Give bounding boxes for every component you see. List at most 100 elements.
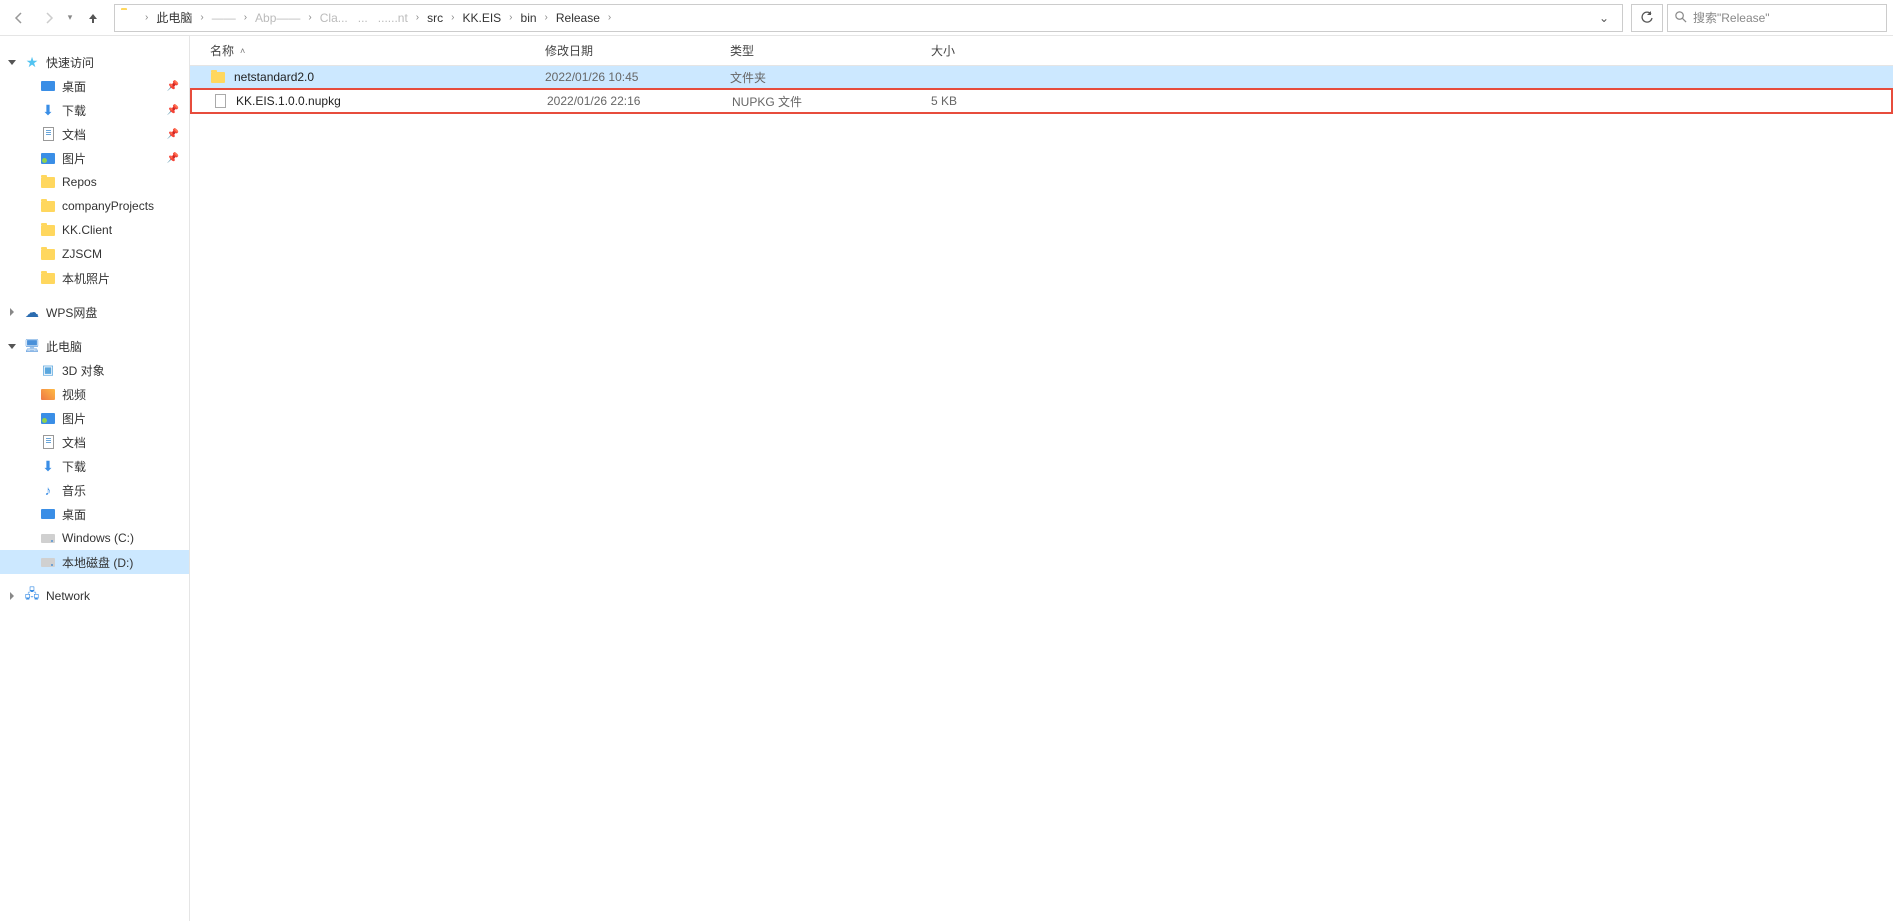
pc-icon: 🖥 <box>24 338 40 354</box>
sidebar-item-documents2[interactable]: 文档 <box>0 430 189 454</box>
3d-icon: ▣ <box>40 362 56 378</box>
breadcrumb-obscured[interactable]: —— <box>208 5 240 31</box>
file-icon <box>212 93 228 109</box>
pin-icon: 📌 <box>167 153 179 164</box>
sidebar-item-drived[interactable]: 本地磁盘 (D:) <box>0 550 189 574</box>
breadcrumb-root[interactable]: 此电脑 <box>152 5 196 31</box>
sidebar-item-kkclient[interactable]: KK.Client <box>0 218 189 242</box>
folder-icon <box>210 69 226 85</box>
sidebar-item-label: 下载 <box>62 102 86 119</box>
file-list: netstandard2.0 2022/01/26 10:45 文件夹 KK.E… <box>190 66 1893 921</box>
column-header-name[interactable]: 名称 ˄ <box>190 42 535 59</box>
sidebar-item-pictures[interactable]: 图片 📌 <box>0 146 189 170</box>
sidebar-item-downloads[interactable]: ⬇ 下载 📌 <box>0 98 189 122</box>
sidebar-item-documents[interactable]: 文档 📌 <box>0 122 189 146</box>
search-icon <box>1674 10 1687 26</box>
nav-forward-button[interactable] <box>36 5 62 31</box>
chevron-right-icon[interactable]: › <box>143 12 150 23</box>
sidebar-item-3d[interactable]: ▣ 3D 对象 <box>0 358 189 382</box>
sidebar-item-drivec[interactable]: Windows (C:) <box>0 526 189 550</box>
sidebar-network[interactable]: 🖧 Network <box>0 584 189 608</box>
chevron-right-icon[interactable]: › <box>306 12 313 23</box>
sidebar-item-label: 图片 <box>62 150 86 167</box>
sidebar-wps[interactable]: ☁ WPS网盘 <box>0 300 189 324</box>
sidebar-item-companyprojects[interactable]: companyProjects <box>0 194 189 218</box>
column-header-size[interactable]: 大小 <box>875 42 975 59</box>
column-header-date[interactable]: 修改日期 <box>535 42 720 59</box>
columns-header: 名称 ˄ 修改日期 类型 大小 <box>190 36 1893 66</box>
sidebar-thispc[interactable]: 🖥 此电脑 <box>0 334 189 358</box>
drive-icon <box>40 554 56 570</box>
chevron-right-icon[interactable]: › <box>198 12 205 23</box>
refresh-button[interactable] <box>1631 4 1663 32</box>
sidebar-item-music[interactable]: ♪ 音乐 <box>0 478 189 502</box>
chevron-right-icon[interactable]: › <box>449 12 456 23</box>
search-box[interactable] <box>1667 4 1887 32</box>
sidebar-item-zjscm[interactable]: ZJSCM <box>0 242 189 266</box>
desktop-icon <box>40 78 56 94</box>
folder-icon <box>40 246 56 262</box>
sidebar-item-label: Windows (C:) <box>62 531 134 545</box>
sidebar-item-label: 文档 <box>62 434 86 451</box>
breadcrumb-src[interactable]: src <box>423 5 447 31</box>
music-icon: ♪ <box>40 482 56 498</box>
chevron-right-icon[interactable]: › <box>606 12 613 23</box>
toolbar: ▾ › 此电脑 › —— › Abp—— › Cla... ... ......… <box>0 0 1893 36</box>
chevron-right-icon[interactable]: › <box>414 12 421 23</box>
sidebar-item-label: Network <box>46 589 90 603</box>
breadcrumb-release[interactable]: Release <box>552 5 604 31</box>
sidebar-item-repos[interactable]: Repos <box>0 170 189 194</box>
pin-icon: 📌 <box>167 129 179 140</box>
file-row-folder[interactable]: netstandard2.0 2022/01/26 10:45 文件夹 <box>190 66 1893 88</box>
sidebar-item-label: ZJSCM <box>62 247 102 261</box>
folder-icon <box>40 222 56 238</box>
file-row-nupkg[interactable]: KK.EIS.1.0.0.nupkg 2022/01/26 22:16 NUPK… <box>192 90 1891 112</box>
breadcrumb-obscured[interactable]: ......nt <box>374 5 412 31</box>
sidebar-item-label: 此电脑 <box>46 338 82 355</box>
sidebar-item-localphotos[interactable]: 本机照片 <box>0 266 189 290</box>
chevron-right-icon[interactable]: › <box>543 12 550 23</box>
document-icon <box>40 434 56 450</box>
sidebar-item-desktop2[interactable]: 桌面 <box>0 502 189 526</box>
document-icon <box>40 126 56 142</box>
column-header-type[interactable]: 类型 <box>720 42 875 59</box>
nav-up-button[interactable] <box>80 5 106 31</box>
sidebar-item-downloads2[interactable]: ⬇ 下载 <box>0 454 189 478</box>
download-icon: ⬇ <box>40 102 56 118</box>
file-name: netstandard2.0 <box>234 70 314 84</box>
desktop-icon <box>40 506 56 522</box>
sidebar-item-label: WPS网盘 <box>46 304 97 321</box>
breadcrumb-kkeis[interactable]: KK.EIS <box>458 5 505 31</box>
image-icon <box>40 410 56 426</box>
address-bar[interactable]: › 此电脑 › —— › Abp—— › Cla... ... ......nt… <box>114 4 1623 32</box>
breadcrumb-obscured[interactable]: ... <box>354 5 372 31</box>
sort-asc-icon: ˄ <box>240 46 245 56</box>
chevron-down-icon[interactable]: ▾ <box>64 12 76 23</box>
chevron-down-icon[interactable]: ⌄ <box>1592 11 1616 25</box>
pin-icon: 📌 <box>167 105 179 116</box>
download-icon: ⬇ <box>40 458 56 474</box>
network-icon: 🖧 <box>24 588 40 604</box>
star-icon: ★ <box>24 54 40 70</box>
sidebar-item-label: 本地磁盘 (D:) <box>62 554 133 571</box>
file-date: 2022/01/26 22:16 <box>537 94 722 108</box>
sidebar-item-label: 视频 <box>62 386 86 403</box>
sidebar-item-desktop[interactable]: 桌面 📌 <box>0 74 189 98</box>
breadcrumb-obscured[interactable]: Abp—— <box>251 5 304 31</box>
sidebar-quick-access[interactable]: ★ 快速访问 <box>0 50 189 74</box>
chevron-right-icon[interactable]: › <box>242 12 249 23</box>
column-label: 名称 <box>210 42 234 59</box>
sidebar-item-label: 桌面 <box>62 78 86 95</box>
breadcrumb-obscured[interactable]: Cla... <box>316 5 352 31</box>
chevron-right-icon[interactable]: › <box>507 12 514 23</box>
file-name: KK.EIS.1.0.0.nupkg <box>236 94 341 108</box>
nav-back-button[interactable] <box>6 5 32 31</box>
file-type: NUPKG 文件 <box>722 93 877 110</box>
search-input[interactable] <box>1693 11 1880 25</box>
folder-icon <box>40 174 56 190</box>
breadcrumb-bin[interactable]: bin <box>517 5 541 31</box>
sidebar-item-pictures2[interactable]: 图片 <box>0 406 189 430</box>
annotation-highlight: KK.EIS.1.0.0.nupkg 2022/01/26 22:16 NUPK… <box>190 88 1893 114</box>
sidebar-item-videos[interactable]: 视频 <box>0 382 189 406</box>
folder-icon <box>121 10 137 26</box>
